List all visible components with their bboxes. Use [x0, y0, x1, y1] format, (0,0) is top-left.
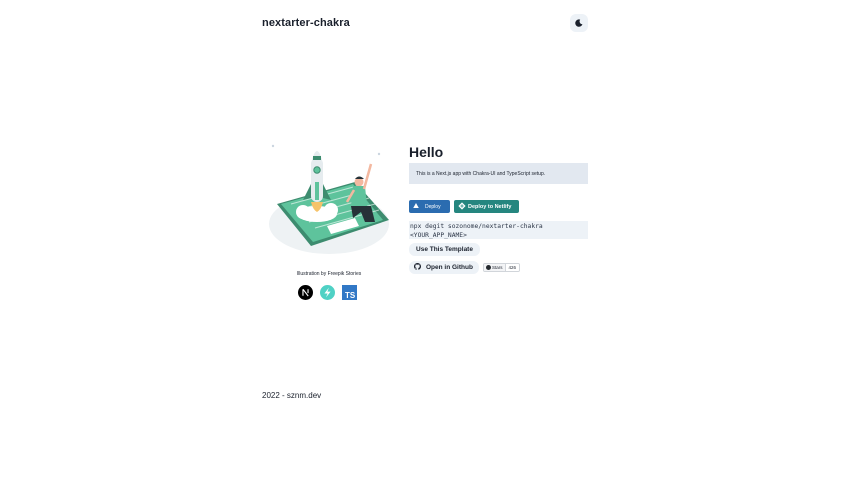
deploy-buttons: Deploy Deploy to Netlify — [409, 200, 519, 213]
hero-title: Hello — [409, 144, 444, 160]
stars-count: 426 — [505, 264, 520, 271]
github-row: Open in Github Stars 426 — [409, 261, 521, 274]
stars-label: Stars — [492, 265, 503, 270]
deploy-netlify-label: Deploy to Netlify — [468, 203, 512, 210]
github-mark-icon — [486, 264, 491, 271]
moon-icon — [575, 14, 583, 32]
footer: 2022 - sznm.dev — [262, 391, 321, 400]
svg-text:TS: TS — [345, 291, 355, 300]
chakra-ui-icon[interactable] — [320, 285, 335, 300]
use-template-button[interactable]: Use This Template — [409, 243, 480, 256]
vercel-triangle-icon — [413, 203, 419, 210]
header: nextarter-chakra — [262, 12, 588, 34]
github-icon — [414, 263, 421, 272]
description-text: This is a Next.js app with Chakra-UI and… — [416, 170, 546, 177]
rocket-illustration — [267, 134, 391, 265]
stars-label-box: Stars — [484, 264, 506, 271]
nextjs-icon[interactable] — [298, 285, 313, 300]
open-github-label: Open in Github — [426, 264, 473, 271]
footer-text[interactable]: 2022 - sznm.dev — [262, 391, 321, 400]
hero-description: This is a Next.js app with Chakra-UI and… — [409, 163, 588, 184]
theme-toggle-button[interactable] — [570, 14, 588, 32]
typescript-icon[interactable]: TS — [342, 285, 357, 300]
deploy-vercel-button[interactable]: Deploy — [409, 200, 450, 213]
deploy-netlify-button[interactable]: Deploy to Netlify — [454, 200, 519, 213]
github-stars-badge[interactable]: Stars 426 — [483, 263, 521, 272]
brand-title[interactable]: nextarter-chakra — [262, 17, 350, 29]
deploy-vercel-label: Deploy — [425, 203, 441, 210]
tech-stack-icons: TS — [298, 285, 357, 300]
open-github-button[interactable]: Open in Github — [409, 261, 479, 274]
command-code-block[interactable]: npx degit sozonome/nextarter-chakra <YOU… — [409, 221, 588, 239]
illustration-credit[interactable]: Illustration by Freepik Stories — [262, 271, 396, 277]
netlify-icon — [458, 201, 466, 212]
